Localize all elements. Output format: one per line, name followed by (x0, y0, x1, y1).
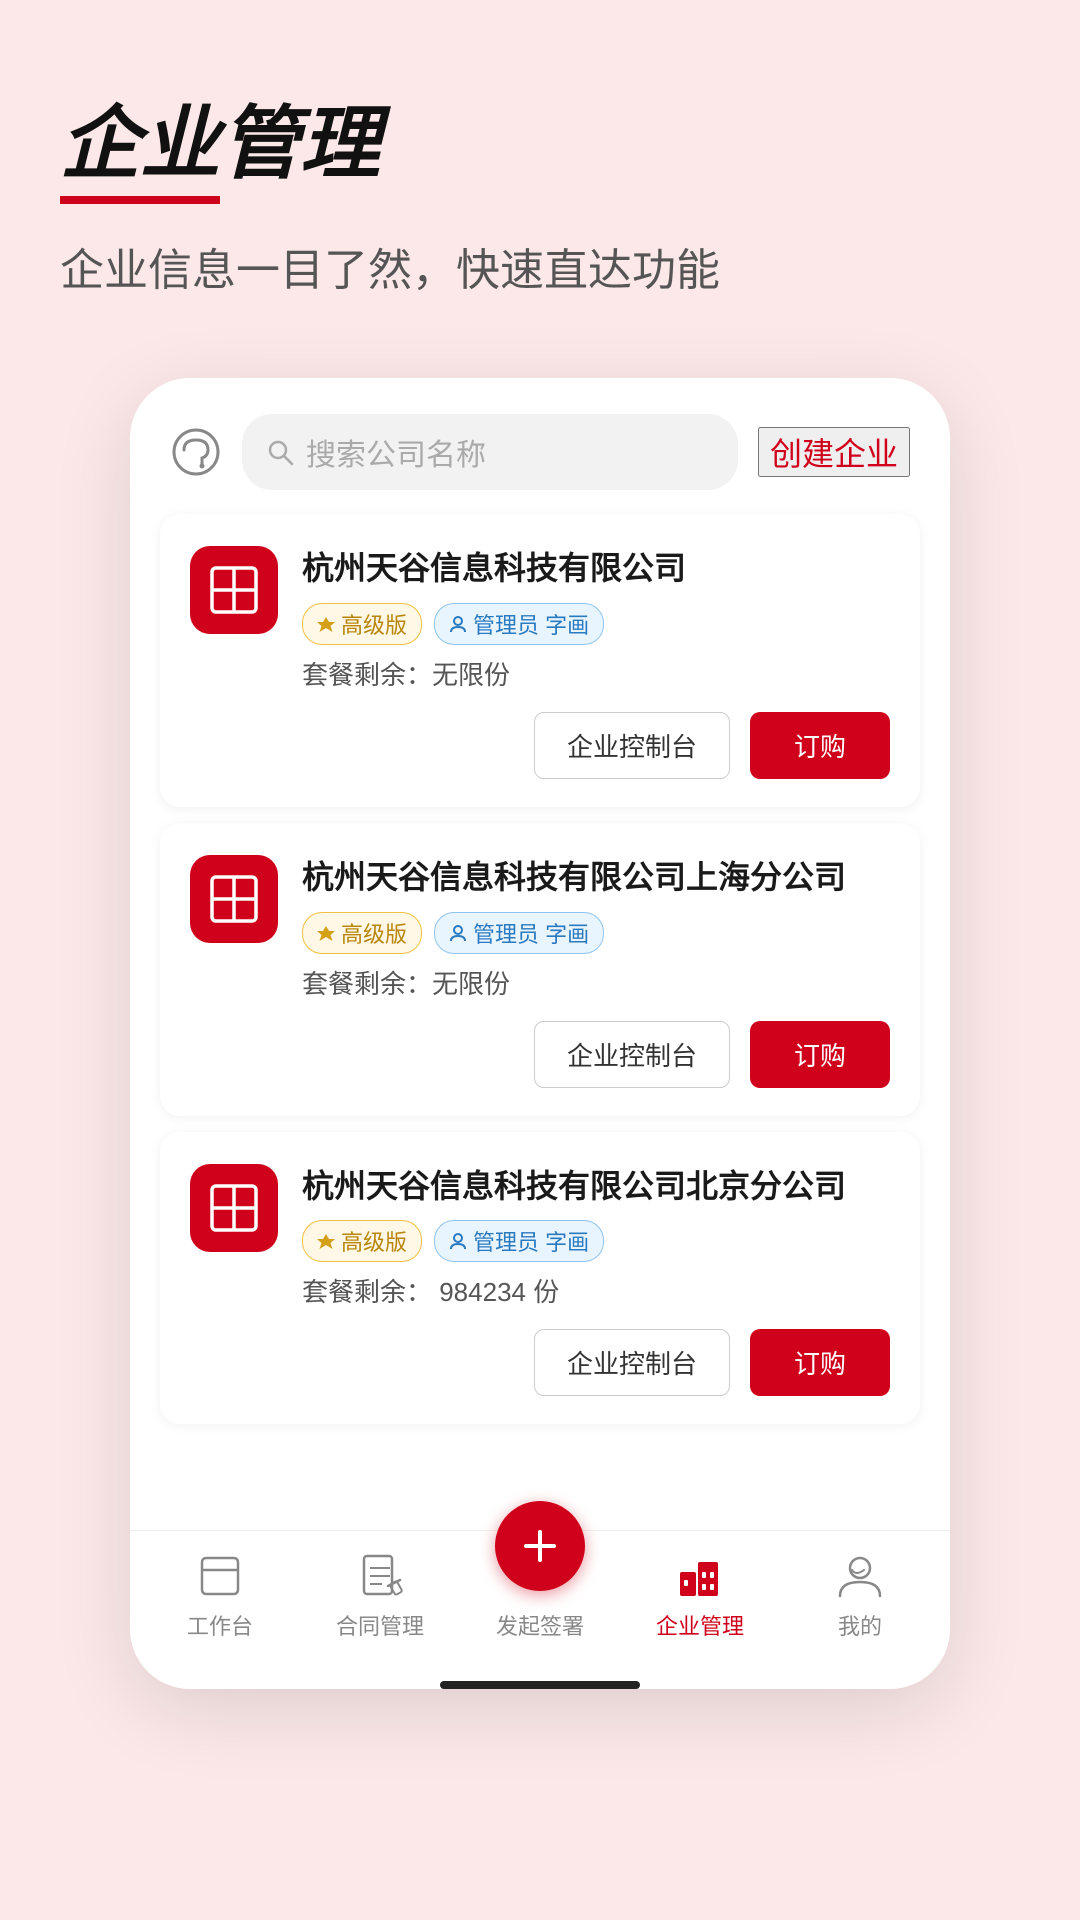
purchase-button[interactable]: 订购 (750, 1021, 890, 1088)
company-quota: 套餐剩余：无限份 (302, 655, 890, 692)
mine-icon (835, 1551, 885, 1601)
console-button[interactable]: 企业控制台 (534, 1021, 730, 1088)
company-actions: 企业控制台 订购 (190, 712, 890, 779)
console-button[interactable]: 企业控制台 (534, 1329, 730, 1396)
company-actions: 企业控制台 订购 (190, 1329, 890, 1396)
contract-icon (355, 1551, 405, 1601)
company-list: 杭州天谷信息科技有限公司 高级版 (130, 514, 950, 1460)
search-bar[interactable]: 搜索公司名称 (242, 414, 738, 490)
role-badge: 管理员 字画 (434, 1220, 604, 1262)
company-logo (190, 1164, 278, 1252)
page-title: 企业管理 (60, 100, 380, 204)
fab-button[interactable] (495, 1501, 585, 1591)
company-tags: 高级版 管理员 字画 (302, 603, 890, 645)
console-button[interactable]: 企业控制台 (534, 712, 730, 779)
company-logo (190, 855, 278, 943)
page-subtitle: 企业信息一目了然，快速直达功能 (60, 234, 1020, 298)
company-tags: 高级版 管理员 字画 (302, 912, 890, 954)
tier-badge: 高级版 (302, 603, 422, 645)
workbench-icon (195, 1551, 245, 1601)
nav-workbench[interactable]: 工作台 (140, 1551, 300, 1641)
company-card-top: 杭州天谷信息科技有限公司北京分公司 高级版 (190, 1164, 890, 1310)
company-card: 杭州天谷信息科技有限公司北京分公司 高级版 (160, 1132, 920, 1425)
company-name: 杭州天谷信息科技有限公司上海分公司 (302, 855, 890, 900)
nav-sign[interactable]: 发起签署 (460, 1551, 620, 1641)
purchase-button[interactable]: 订购 (750, 1329, 890, 1396)
workbench-label: 工作台 (187, 1609, 253, 1641)
enterprise-label: 企业管理 (656, 1609, 744, 1641)
company-name: 杭州天谷信息科技有限公司 (302, 546, 890, 591)
enterprise-icon (675, 1551, 725, 1601)
company-info: 杭州天谷信息科技有限公司北京分公司 高级版 (302, 1164, 890, 1310)
company-quota: 套餐剩余： 984234 份 (302, 1272, 890, 1309)
role-badge: 管理员 字画 (434, 603, 604, 645)
company-card-top: 杭州天谷信息科技有限公司 高级版 (190, 546, 890, 692)
purchase-button[interactable]: 订购 (750, 712, 890, 779)
company-card: 杭州天谷信息科技有限公司上海分公司 高级版 (160, 823, 920, 1116)
bottom-nav: 工作台 合同管理 发起签署 (130, 1530, 950, 1671)
phone-mockup: 搜索公司名称 创建企业 杭州天谷信息科技有限公司 (130, 378, 950, 1689)
search-placeholder: 搜索公司名称 (306, 430, 486, 474)
company-logo (190, 546, 278, 634)
company-tags: 高级版 管理员 字画 (302, 1220, 890, 1262)
tier-badge: 高级版 (302, 1220, 422, 1262)
company-info: 杭州天谷信息科技有限公司上海分公司 高级版 (302, 855, 890, 1001)
company-actions: 企业控制台 订购 (190, 1021, 890, 1088)
company-quota: 套餐剩余：无限份 (302, 964, 890, 1001)
nav-enterprise[interactable]: 企业管理 (620, 1551, 780, 1641)
contract-label: 合同管理 (336, 1609, 424, 1641)
home-indicator (440, 1681, 640, 1689)
nav-mine[interactable]: 我的 (780, 1551, 940, 1641)
title-area: 企业管理 企业信息一目了然，快速直达功能 (60, 100, 1020, 298)
sign-label: 发起签署 (496, 1609, 584, 1641)
mine-label: 我的 (838, 1609, 882, 1641)
company-name: 杭州天谷信息科技有限公司北京分公司 (302, 1164, 890, 1209)
nav-contract[interactable]: 合同管理 (300, 1551, 460, 1641)
role-badge: 管理员 字画 (434, 912, 604, 954)
company-info: 杭州天谷信息科技有限公司 高级版 (302, 546, 890, 692)
app-header: 搜索公司名称 创建企业 (130, 378, 950, 514)
tier-badge: 高级版 (302, 912, 422, 954)
company-card: 杭州天谷信息科技有限公司 高级版 (160, 514, 920, 807)
create-company-button[interactable]: 创建企业 (758, 427, 910, 477)
support-icon[interactable] (170, 426, 222, 478)
company-card-top: 杭州天谷信息科技有限公司上海分公司 高级版 (190, 855, 890, 1001)
